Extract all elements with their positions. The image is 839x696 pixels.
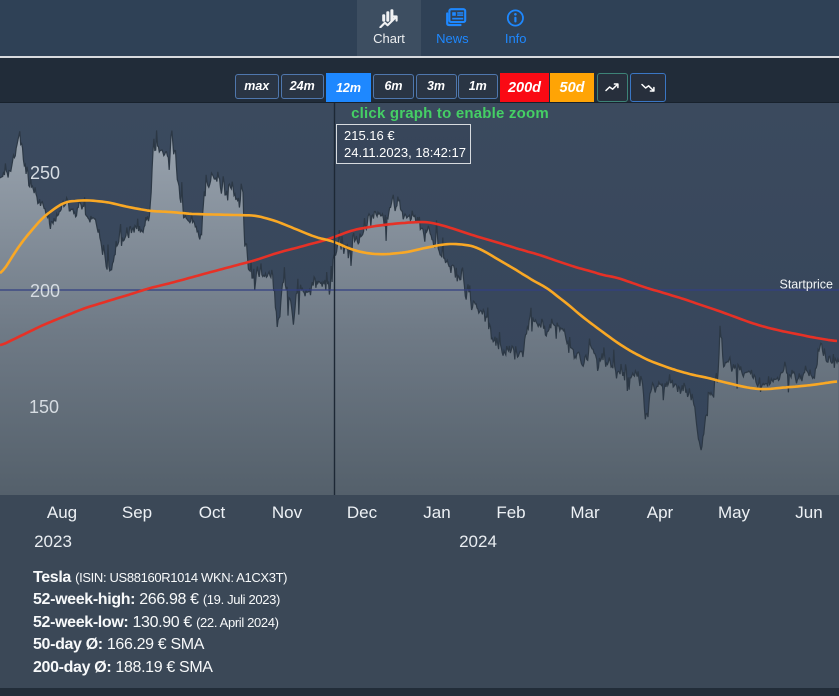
svg-text:Startprice: Startprice (780, 278, 834, 292)
